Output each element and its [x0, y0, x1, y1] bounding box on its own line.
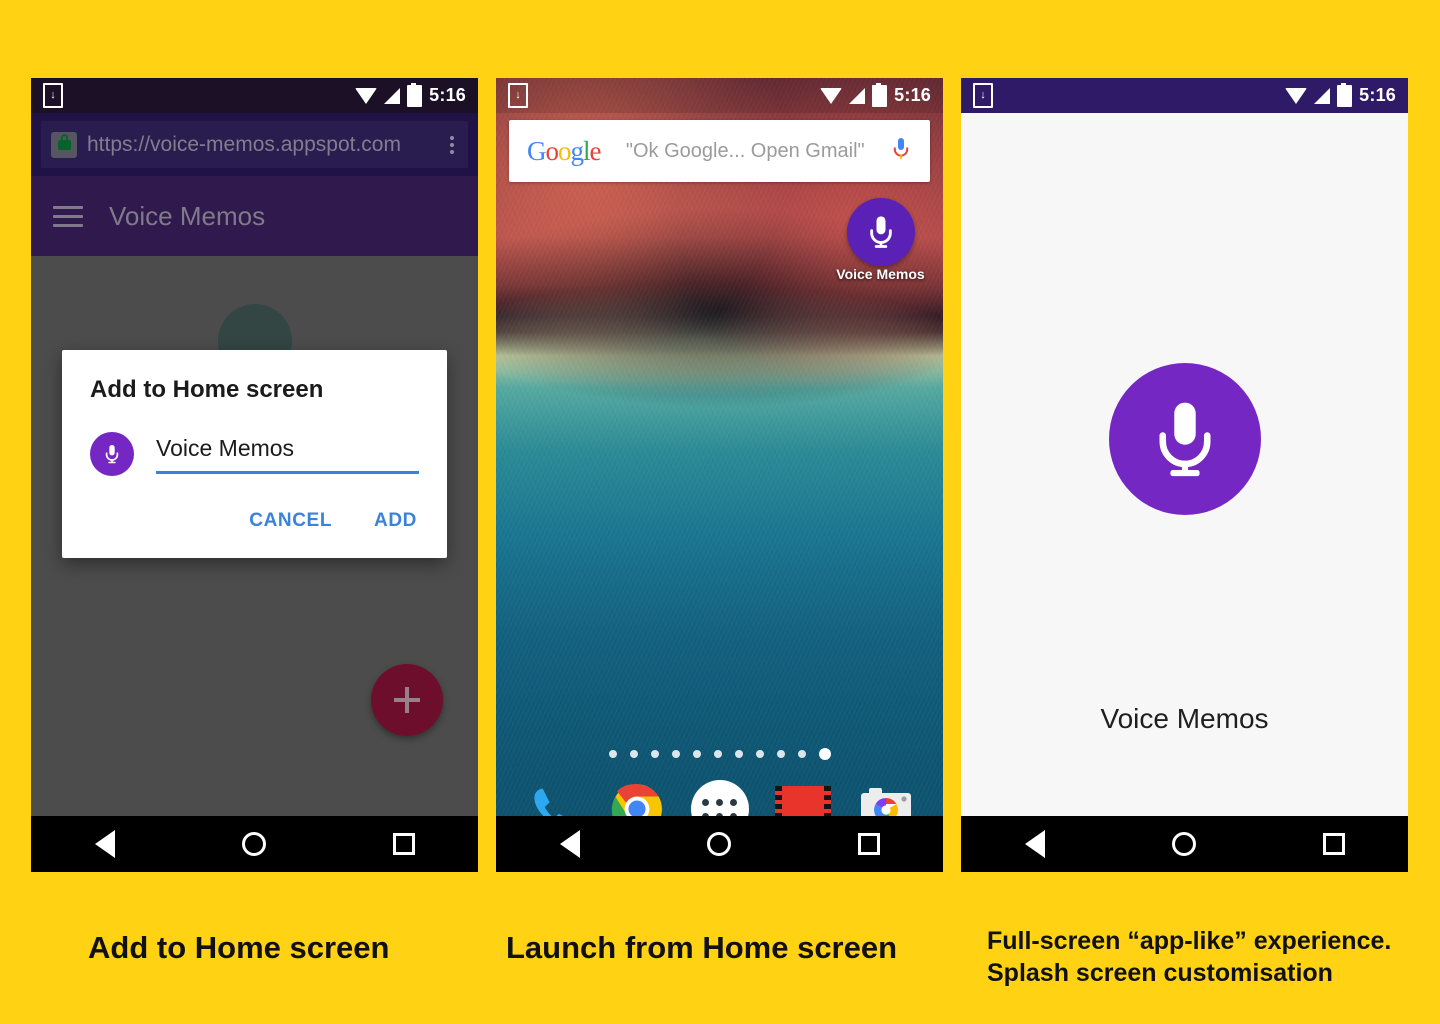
home-shortcut-voice-memos[interactable]: Voice Memos [834, 198, 927, 284]
status-bar-left: ↓ [508, 83, 528, 108]
voice-memos-app-icon [90, 432, 134, 476]
recents-icon[interactable] [1322, 833, 1345, 855]
battery-full-icon [1337, 82, 1353, 107]
status-bar-left: ↓ [973, 83, 993, 108]
download-indicator-icon: ↓ [508, 83, 528, 108]
back-icon[interactable] [559, 830, 580, 858]
phone2-screen: Google "Ok Google... Open Gmail" Voice M… [496, 78, 943, 872]
status-bar-right: 5:16 [355, 82, 466, 107]
system-nav-bar [961, 816, 1408, 872]
home-shortcut-label: Voice Memos [836, 266, 925, 282]
status-bar-clock: 5:16 [1359, 85, 1396, 105]
cell-signal-icon [849, 87, 866, 104]
wifi-icon [1285, 87, 1308, 104]
cell-signal-icon [384, 87, 401, 104]
home-icon[interactable] [1171, 832, 1196, 856]
battery-full-icon [872, 82, 888, 107]
splash-title: Voice Memos [1100, 703, 1269, 734]
download-indicator-icon: ↓ [43, 83, 63, 108]
voice-memos-app-icon [1108, 363, 1261, 515]
slide-stage: Record something! https://voice-memos.ap… [0, 0, 1440, 1024]
home-icon[interactable] [241, 832, 266, 856]
status-bar-right: 5:16 [820, 82, 931, 107]
status-bar: ↓ 5:16 [496, 78, 943, 113]
status-bar-clock: 5:16 [429, 85, 466, 105]
dialog-name-row: Voice Memos [90, 432, 419, 476]
caption-launch-from-home-screen: Launch from Home screen [506, 930, 898, 965]
dialog-title: Add to Home screen [90, 376, 324, 403]
add-button[interactable]: ADD [372, 506, 419, 536]
cell-signal-icon [1314, 87, 1331, 104]
shortcut-name-input[interactable]: Voice Memos [156, 435, 419, 474]
phone-screenshot-add-to-home: Record something! https://voice-memos.ap… [31, 78, 478, 872]
home-icon[interactable] [706, 832, 731, 856]
shortcut-name-value: Voice Memos [156, 434, 295, 461]
download-indicator-icon: ↓ [973, 83, 993, 108]
status-bar-right: 5:16 [1285, 82, 1396, 107]
back-icon[interactable] [94, 830, 115, 858]
recents-icon[interactable] [857, 833, 880, 855]
dialog-actions: CANCEL ADD [90, 506, 419, 546]
battery-full-icon [407, 82, 423, 107]
home-page-indicator [496, 748, 943, 760]
phone-screenshot-home-screen: Google "Ok Google... Open Gmail" Voice M… [496, 78, 943, 872]
voice-memos-app-icon [846, 198, 915, 266]
system-nav-bar [31, 816, 478, 872]
recents-icon[interactable] [392, 833, 415, 855]
add-to-home-screen-dialog: Add to Home screen Voice Memos CANCEL AD… [62, 350, 447, 558]
status-bar-left: ↓ [43, 83, 63, 108]
google-search-widget[interactable]: Google "Ok Google... Open Gmail" [509, 120, 930, 182]
phone1-screen: Record something! https://voice-memos.ap… [31, 78, 478, 872]
phone3-screen: Voice Memos ↓ 5:16 [961, 78, 1408, 872]
google-logo: Google [527, 135, 601, 166]
system-nav-bar [496, 816, 943, 872]
status-bar-clock: 5:16 [894, 85, 931, 105]
caption-full-screen-experience: Full-screen “app-like” experience. Splas… [987, 927, 1392, 987]
google-mic-icon[interactable] [890, 136, 912, 167]
cancel-button[interactable]: CANCEL [247, 506, 334, 536]
status-bar: ↓ 5:16 [31, 78, 478, 113]
caption-add-to-home-screen: Add to Home screen [88, 930, 390, 965]
back-icon[interactable] [1024, 830, 1045, 858]
status-bar: ↓ 5:16 [961, 78, 1408, 113]
phone-screenshot-splash: Voice Memos ↓ 5:16 [961, 78, 1408, 872]
search-hint-text: "Ok Google... Open Gmail" [625, 139, 865, 162]
wifi-icon [355, 87, 378, 104]
wifi-icon [820, 87, 843, 104]
